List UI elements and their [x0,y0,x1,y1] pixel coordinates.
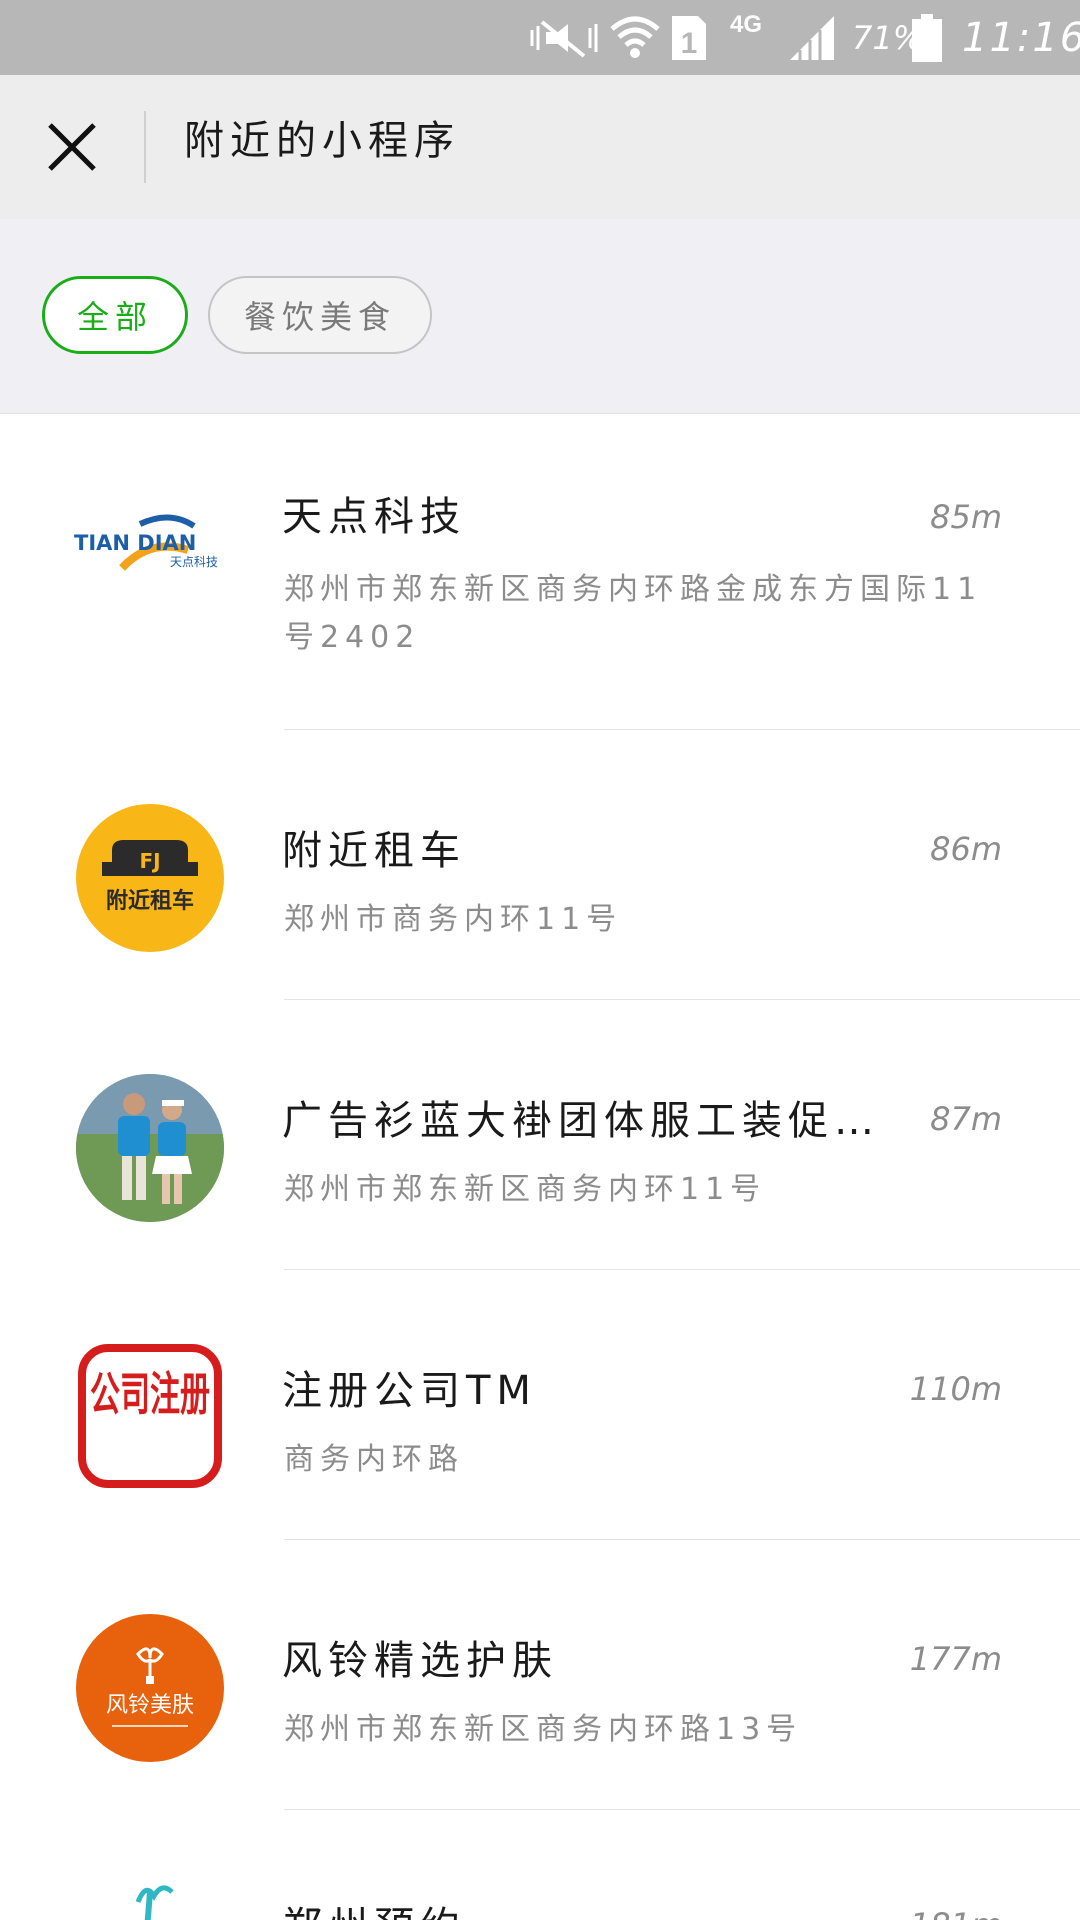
item-distance: 85m [930,498,1002,536]
svg-text:附近租车: 附近租车 [106,888,194,914]
fengling-logo: 风铃美肤 [76,1614,224,1762]
polo-shirt-photo [76,1074,224,1222]
list-item[interactable]: FJ 附近租车 附近租车 86m 郑州市商务内环11号 [0,730,1080,1000]
item-address: 商务内环路 [284,1442,464,1477]
item-name: 郑州预约 [282,1894,466,1920]
close-icon [48,123,96,171]
clock: 11:16 [962,14,1080,61]
item-address: 郑州市郑东新区商务内环路金成东方国际11号2402 [284,572,983,655]
item-distance: 87m [930,1100,1002,1138]
item-distance: 86m [930,830,1002,868]
sim-icon: 1 [670,0,710,75]
dancer-logo [76,1862,224,1920]
battery-icon [912,0,944,75]
item-address: 郑州市商务内环11号 [284,902,623,937]
item-distance: 181m [910,1906,1002,1920]
status-bar: 1 4G 71% 11:16 [0,0,1080,75]
mute-icon [528,0,600,75]
item-distance: 110m [909,1370,1002,1408]
item-name: 广告衫蓝大褂团体服工装促销服 [282,1098,902,1144]
svg-text:1: 1 [681,27,698,60]
list-item[interactable]: 风铃美肤 风铃精选护肤 177m 郑州市郑东新区商务内环路13号 [0,1540,1080,1810]
list-item[interactable]: 公司注册 注册公司TM 110m 商务内环路 [0,1270,1080,1540]
item-distance: 177m [909,1640,1002,1678]
item-name: 天点科技 [282,494,466,540]
svg-text:4G: 4G [730,11,762,38]
item-name: 附近租车 [282,828,466,874]
list-item[interactable]: 广告衫蓝大褂团体服工装促销服 87m 郑州市郑东新区商务内环11号 [0,1000,1080,1270]
page-title: 附近的小程序 [184,118,460,164]
title-bar: 附近的小程序 [0,75,1080,219]
tiandian-logo: TIAN DIAN 天点科技 [70,464,230,624]
filter-chip-food[interactable]: 餐饮美食 [208,276,432,354]
title-divider [144,111,146,183]
list-item[interactable]: TIAN DIAN 天点科技 天点科技 85m 郑州市郑东新区商务内环路金成东方… [0,414,1080,730]
category-filter-bar: 全部 餐饮美食 [0,219,1080,414]
item-address: 郑州市郑东新区商务内环11号 [284,1172,767,1207]
svg-text:TIAN DIAN: TIAN DIAN [74,531,196,555]
item-name: 风铃精选护肤 [282,1638,558,1684]
car-rental-logo: FJ 附近租车 [76,804,224,952]
company-registration-seal: 公司注册 [76,1342,224,1490]
item-name: 注册公司TM [282,1368,537,1414]
close-button[interactable] [36,111,108,183]
filter-chip-all[interactable]: 全部 [42,276,188,354]
signal-icon: 4G [730,0,840,75]
svg-text:风铃美肤: 风铃美肤 [106,1693,194,1718]
list-item[interactable]: 郑州预约 181m [0,1810,1080,1920]
svg-text:天点科技: 天点科技 [170,555,218,569]
svg-text:FJ: FJ [139,849,160,873]
item-address: 郑州市郑东新区商务内环路13号 [284,1712,803,1747]
wifi-icon [610,0,662,75]
svg-text:公司注册: 公司注册 [90,1367,210,1421]
